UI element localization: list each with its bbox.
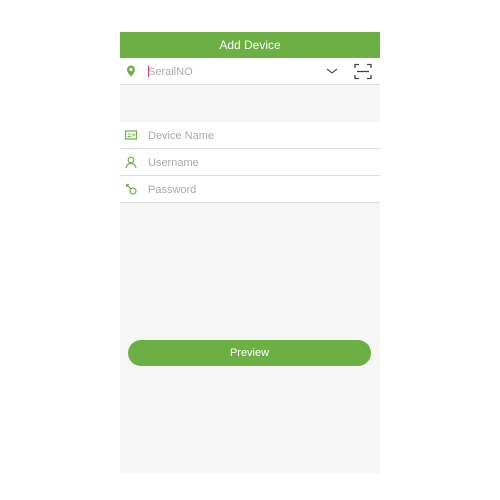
page-title-bar: Add Device bbox=[120, 32, 380, 58]
text-cursor bbox=[148, 66, 149, 77]
location-pin-icon bbox=[127, 65, 135, 77]
username-input[interactable] bbox=[148, 153, 318, 172]
password-input[interactable] bbox=[148, 180, 318, 199]
page-title: Add Device bbox=[219, 38, 281, 52]
device-card-icon bbox=[124, 130, 138, 140]
device-name-row bbox=[120, 122, 380, 149]
app-screen: Add Device SerailNO Device Name Username… bbox=[120, 32, 380, 473]
serial-row bbox=[120, 58, 380, 85]
serial-number-input[interactable] bbox=[148, 62, 318, 81]
chevron-down-icon[interactable] bbox=[325, 66, 339, 76]
qr-scan-icon[interactable] bbox=[354, 63, 372, 80]
device-name-input[interactable] bbox=[148, 126, 318, 145]
preview-button[interactable]: Preview bbox=[128, 340, 371, 366]
user-icon bbox=[125, 156, 137, 169]
password-row bbox=[120, 176, 380, 203]
username-row bbox=[120, 149, 380, 176]
key-icon bbox=[125, 183, 137, 195]
